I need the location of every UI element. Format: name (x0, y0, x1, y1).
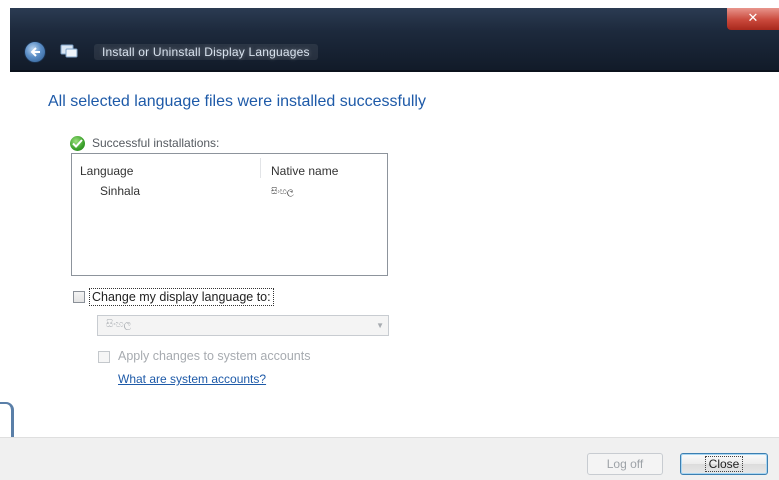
back-button[interactable] (24, 41, 46, 63)
page-heading: All selected language files were install… (48, 93, 426, 110)
change-language-checkbox[interactable] (73, 291, 85, 303)
column-header-language[interactable]: Language (80, 164, 133, 178)
installed-languages-list[interactable]: Language Native name Sinhala සිංහල (71, 153, 388, 276)
display-language-select[interactable]: සිංහල ▼ (97, 315, 389, 336)
apply-system-label[interactable]: Apply changes to system accounts (118, 349, 310, 363)
column-separator[interactable] (260, 158, 261, 178)
column-header-native-name[interactable]: Native name (271, 164, 338, 178)
system-accounts-link[interactable]: What are system accounts? (118, 372, 266, 386)
title-bar: ✕ Install or Uninstall Display Languages (10, 8, 779, 72)
chevron-down-icon: ▼ (376, 321, 384, 330)
success-row: Successful installations: (70, 134, 219, 152)
list-header: Language Native name (72, 154, 387, 179)
window-title: Install or Uninstall Display Languages (94, 44, 318, 60)
close-button-label: Close (704, 456, 744, 472)
install-languages-window: ✕ Install or Uninstall Display Languages… (0, 0, 779, 480)
success-label: Successful installations: (92, 136, 220, 150)
apply-system-checkbox[interactable] (98, 351, 110, 363)
cell-native-name: සිංහල (271, 186, 294, 196)
cell-language: Sinhala (100, 184, 141, 198)
change-language-label[interactable]: Change my display language to: (89, 288, 274, 306)
back-arrow-icon (30, 47, 40, 57)
language-icon (60, 43, 78, 59)
log-off-button[interactable]: Log off (587, 453, 663, 475)
list-row[interactable]: Sinhala සිංහල (72, 181, 387, 199)
green-check-icon (70, 135, 85, 151)
footer-bar: Log off Close (0, 437, 779, 480)
select-value: සිංහල (106, 319, 132, 330)
close-window-button[interactable]: ✕ (727, 8, 779, 30)
close-button[interactable]: Close (680, 453, 768, 475)
